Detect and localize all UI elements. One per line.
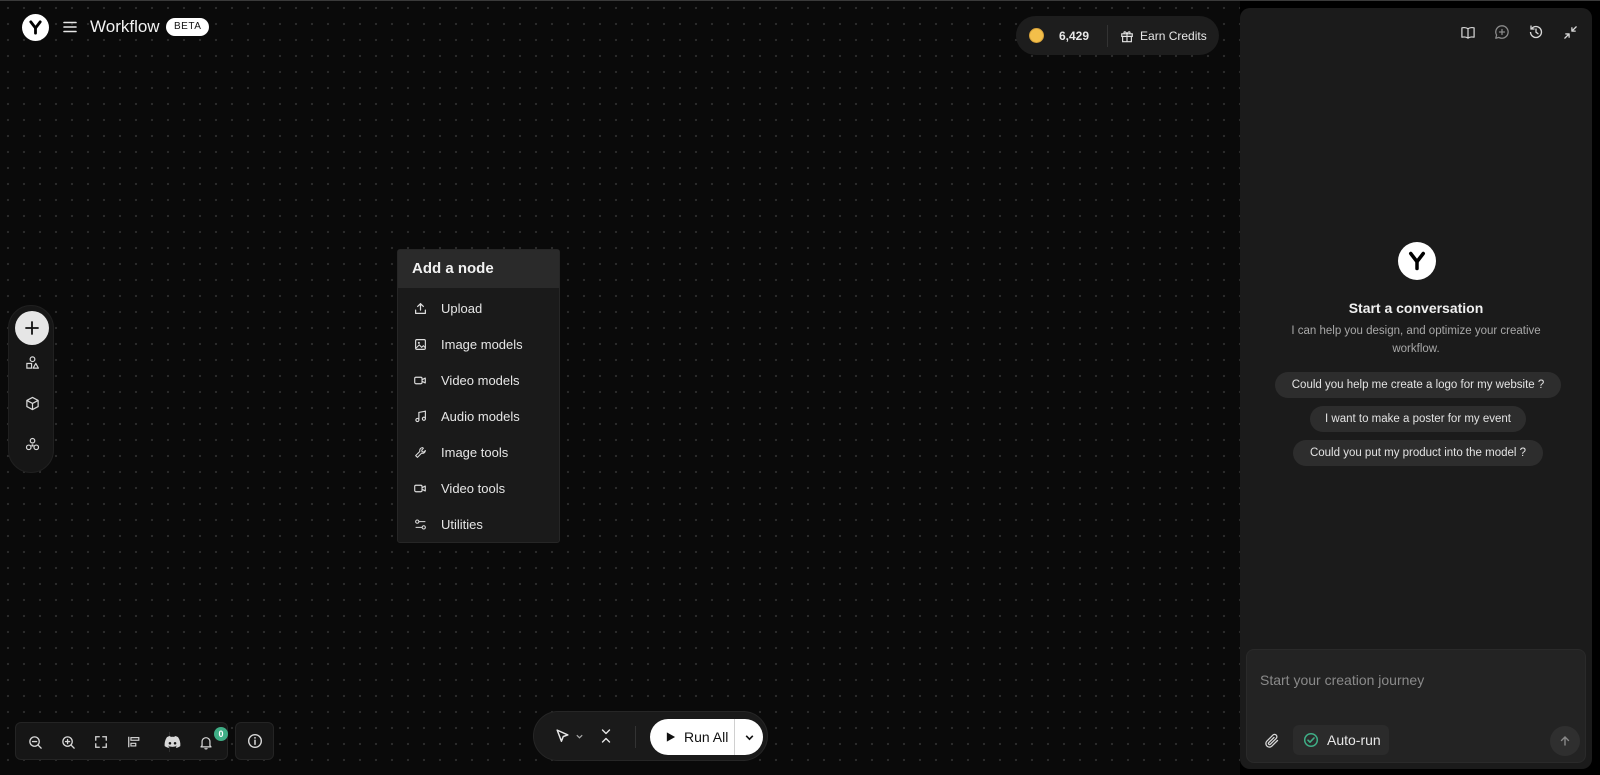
auto-run-toggle[interactable]: Auto-run <box>1293 725 1389 755</box>
assistant-logo <box>1398 242 1436 280</box>
canvas-controls: 0 <box>15 722 228 760</box>
menu-item-label: Audio models <box>441 408 520 424</box>
add-node-button[interactable] <box>15 311 49 345</box>
shapes-icon[interactable] <box>23 353 41 371</box>
utilities-icon <box>413 517 427 531</box>
beta-badge: BETA <box>166 18 210 36</box>
menu-item-label: Utilities <box>441 516 483 532</box>
cube-icon[interactable] <box>23 394 41 412</box>
run-all-main[interactable]: Run All <box>650 719 734 755</box>
earn-credits-button[interactable]: Earn Credits <box>1120 29 1207 43</box>
menu-item-upload[interactable]: Upload <box>398 290 559 326</box>
credit-balance: 6,429 <box>1059 28 1090 43</box>
upload-icon <box>413 301 427 315</box>
collapse-icon[interactable] <box>598 728 614 744</box>
assistant-chat-panel: Start a conversation I can help you desi… <box>1240 8 1592 769</box>
wrench-icon <box>413 445 427 459</box>
menu-item-label: Upload <box>441 300 483 316</box>
check-circle-icon <box>1303 732 1319 748</box>
suggestion-chip[interactable]: I want to make a poster for my event <box>1310 406 1526 432</box>
suggestion-chip[interactable]: Could you help me create a logo for my w… <box>1275 372 1561 398</box>
logo-y-icon <box>29 20 42 35</box>
chat-title: Start a conversation <box>1348 300 1484 316</box>
chat-composer: Auto-run <box>1246 649 1586 763</box>
pointer-tool-button[interactable] <box>554 728 584 745</box>
chat-subtitle: I can help you design, and optimize your… <box>1291 325 1541 355</box>
app-logo[interactable] <box>22 14 49 41</box>
menu-item-video-tools[interactable]: Video tools <box>398 470 559 506</box>
menu-item-video-models[interactable]: Video models <box>398 362 559 398</box>
menu-item-audio-models[interactable]: Audio models <box>398 398 559 434</box>
menu-item-image-tools[interactable]: Image tools <box>398 434 559 470</box>
image-icon <box>413 337 427 351</box>
video-camera-icon <box>413 481 427 495</box>
divider <box>1107 24 1109 47</box>
align-icon[interactable] <box>125 733 143 751</box>
info-icon <box>247 733 262 749</box>
plus-icon <box>25 321 39 335</box>
send-button[interactable] <box>1550 726 1580 756</box>
menu-item-label: Video tools <box>441 480 506 496</box>
cluster-icon[interactable] <box>23 435 41 453</box>
paperclip-icon[interactable] <box>1261 730 1283 752</box>
zoom-out-icon[interactable] <box>26 733 44 751</box>
left-toolbar <box>8 305 54 473</box>
chevron-down-icon <box>745 734 753 740</box>
top-border <box>0 0 1600 1</box>
earn-credits-label: Earn Credits <box>1140 28 1207 43</box>
menu-item-image-models[interactable]: Image models <box>398 326 559 362</box>
logo-y-icon <box>1409 251 1425 271</box>
video-camera-icon <box>413 373 427 387</box>
suggestion-chip[interactable]: Could you put my product into the model … <box>1293 440 1543 466</box>
divider <box>635 726 636 748</box>
info-button[interactable] <box>235 722 274 760</box>
menu-item-utilities[interactable]: Utilities <box>398 506 559 542</box>
chevron-down-icon <box>576 734 583 739</box>
workflow-canvas[interactable] <box>0 0 1240 775</box>
book-icon[interactable] <box>1458 22 1478 42</box>
add-node-title: Add a node <box>398 250 559 288</box>
run-all-label: Run All <box>684 729 729 745</box>
hamburger-menu-icon[interactable] <box>61 18 79 36</box>
app-title: Workflow <box>90 17 160 36</box>
menu-item-label: Image models <box>441 336 523 352</box>
cursor-arrow-icon <box>556 729 569 743</box>
play-icon <box>666 732 676 742</box>
arrow-up-icon <box>1560 736 1570 746</box>
minimize-icon[interactable] <box>1560 22 1580 42</box>
chat-input[interactable] <box>1247 650 1585 710</box>
bell-icon[interactable] <box>197 733 215 751</box>
run-toolbar: Run All <box>533 711 768 761</box>
menu-item-label: Video models <box>441 372 520 388</box>
auto-run-label: Auto-run <box>1327 732 1381 748</box>
new-chat-icon[interactable] <box>1492 22 1512 42</box>
coin-icon <box>1029 28 1044 43</box>
discord-icon[interactable] <box>163 733 181 751</box>
menu-item-label: Image tools <box>441 444 509 460</box>
notification-count-badge: 0 <box>214 727 228 741</box>
music-note-icon <box>413 409 427 423</box>
run-options-button[interactable] <box>735 719 763 755</box>
zoom-in-icon[interactable] <box>59 733 77 751</box>
history-icon[interactable] <box>1526 22 1546 42</box>
gift-icon <box>1120 29 1134 43</box>
fit-view-icon[interactable] <box>92 733 110 751</box>
run-all-button[interactable]: Run All <box>650 719 763 755</box>
credits-pill: 6,429 Earn Credits <box>1016 16 1219 55</box>
add-node-menu: Add a node Upload Image models Video mod… <box>397 249 560 543</box>
